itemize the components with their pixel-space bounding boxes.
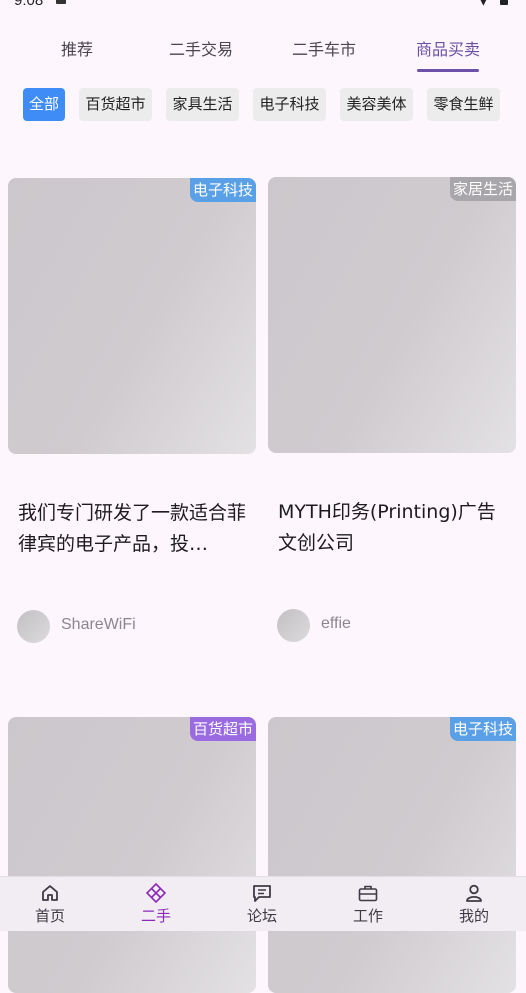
home-icon bbox=[42, 885, 58, 901]
chip-electronics[interactable]: 电子科技 bbox=[253, 88, 326, 121]
avatar[interactable] bbox=[17, 610, 50, 643]
notification-icon bbox=[56, 0, 66, 4]
tab-indicator bbox=[417, 69, 479, 72]
chip-furniture-life[interactable]: 家具生活 bbox=[166, 88, 239, 121]
nav-label: 工作 bbox=[352, 907, 383, 925]
category-tag: 百货超市 bbox=[189, 717, 256, 741]
nav-label: 论坛 bbox=[246, 907, 277, 925]
briefcase-icon bbox=[358, 885, 378, 902]
chat-icon bbox=[253, 885, 271, 902]
nav-work[interactable]: 工作 bbox=[323, 877, 413, 931]
nav-label: 我的 bbox=[458, 907, 489, 925]
wifi-icon: ▼ bbox=[478, 0, 489, 8]
tab-secondhand-trade[interactable]: 二手交易 bbox=[169, 36, 233, 60]
status-time: 9:08 bbox=[14, 0, 44, 9]
nav-label: 首页 bbox=[34, 907, 65, 925]
nav-label: 二手 bbox=[140, 907, 171, 925]
nav-me[interactable]: 我的 bbox=[429, 877, 519, 931]
tab-recommend[interactable]: 推荐 bbox=[61, 36, 93, 60]
chip-all[interactable]: 全部 bbox=[23, 88, 65, 121]
bottom-nav: 首页 二手 论坛 工作 我的 bbox=[0, 876, 526, 931]
product-card[interactable]: 电子科技 我们专门研发了一款适合菲律宾的电子产品，投… ShareWiFi bbox=[8, 178, 256, 648]
product-card[interactable]: 电子科技 bbox=[268, 717, 516, 993]
diamond-grid-icon bbox=[146, 883, 166, 903]
category-chips: 全部 百货超市 家具生活 电子科技 美容美体 零食生鲜 bbox=[0, 88, 526, 124]
battery-icon bbox=[500, 0, 508, 5]
product-card[interactable]: 家居生活 MYTH印务(Printing)广告文创公司 effie bbox=[268, 177, 516, 647]
chip-snacks-fresh[interactable]: 零食生鲜 bbox=[427, 88, 500, 121]
person-icon bbox=[466, 884, 482, 902]
product-title[interactable]: MYTH印务(Printing)广告文创公司 bbox=[278, 497, 510, 559]
category-tag: 电子科技 bbox=[189, 178, 256, 202]
chip-department-store[interactable]: 百货超市 bbox=[79, 88, 152, 121]
product-card[interactable]: 百货超市 bbox=[8, 717, 256, 993]
username[interactable]: ShareWiFi bbox=[61, 616, 136, 634]
top-tabs: 推荐 二手交易 二手车市 商品买卖 bbox=[0, 26, 526, 74]
nav-home[interactable]: 首页 bbox=[5, 877, 95, 931]
chip-beauty[interactable]: 美容美体 bbox=[340, 88, 413, 121]
nav-forum[interactable]: 论坛 bbox=[217, 877, 307, 931]
product-title[interactable]: 我们专门研发了一款适合菲律宾的电子产品，投… bbox=[18, 498, 250, 560]
category-tag: 家居生活 bbox=[449, 177, 516, 201]
username[interactable]: effie bbox=[321, 615, 351, 633]
category-tag: 电子科技 bbox=[449, 717, 516, 741]
product-image[interactable]: 百货超市 bbox=[8, 717, 256, 993]
product-image[interactable]: 电子科技 bbox=[268, 717, 516, 993]
product-image[interactable]: 家居生活 bbox=[268, 177, 516, 453]
product-image[interactable]: 电子科技 bbox=[8, 178, 256, 454]
status-bar: 9:08 ▼ bbox=[0, 0, 526, 12]
avatar[interactable] bbox=[277, 609, 310, 642]
nav-secondhand[interactable]: 二手 bbox=[111, 877, 201, 931]
tab-goods-trade[interactable]: 商品买卖 bbox=[416, 36, 480, 60]
tab-used-cars[interactable]: 二手车市 bbox=[292, 36, 356, 60]
